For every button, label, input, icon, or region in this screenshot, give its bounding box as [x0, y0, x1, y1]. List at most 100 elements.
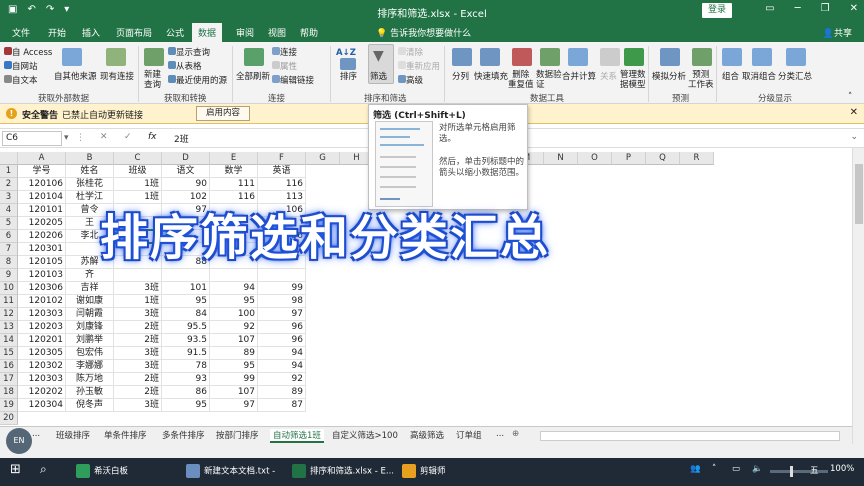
sheet-tab[interactable]: 高级筛选: [410, 429, 444, 441]
table-cell[interactable]: 李娜娜: [66, 360, 114, 373]
table-cell[interactable]: 84: [162, 308, 210, 321]
table-cell[interactable]: 95.5: [162, 321, 210, 334]
sheet-tab[interactable]: ...: [32, 429, 40, 439]
table-cell[interactable]: 93: [162, 373, 210, 386]
insert-function-icon[interactable]: fx: [148, 132, 157, 142]
close-icon[interactable]: ✕: [850, 107, 858, 118]
group-button[interactable]: 组合: [722, 70, 739, 82]
table-cell[interactable]: 96: [258, 321, 306, 334]
refresh-all-button[interactable]: 全部刷新: [236, 70, 270, 82]
what-if-button[interactable]: 模拟分析: [652, 70, 686, 82]
tray-arrow-icon[interactable]: ˄: [712, 464, 716, 474]
table-cell[interactable]: [258, 269, 306, 282]
table-cell[interactable]: 3班: [114, 360, 162, 373]
cancel-icon[interactable]: ✕: [100, 132, 108, 142]
login-button[interactable]: 登录: [702, 3, 732, 18]
enter-icon[interactable]: ✓: [124, 132, 132, 142]
connections-button[interactable]: 连接: [272, 46, 297, 58]
subtotal-button[interactable]: 分类汇总: [778, 70, 812, 82]
sort-button[interactable]: 排序: [340, 70, 357, 82]
sheet-tab[interactable]: 单条件排序: [104, 429, 147, 441]
tab-data[interactable]: 数据: [192, 23, 223, 42]
row-header[interactable]: 11: [0, 295, 18, 308]
table-cell[interactable]: 116: [258, 178, 306, 191]
table-cell[interactable]: 3班: [114, 347, 162, 360]
table-cell[interactable]: 数学: [210, 165, 258, 178]
table-cell[interactable]: 86: [162, 386, 210, 399]
column-header[interactable]: P: [612, 152, 646, 165]
table-cell[interactable]: 97: [210, 399, 258, 412]
table-cell[interactable]: 120305: [18, 347, 66, 360]
table-cell[interactable]: 89: [210, 347, 258, 360]
row-header[interactable]: 19: [0, 399, 18, 412]
recent-sources-button[interactable]: 最近使用的源: [168, 74, 227, 86]
column-header[interactable]: G: [306, 152, 340, 165]
formula-input[interactable]: 2班: [174, 132, 189, 145]
table-cell[interactable]: 101: [162, 282, 210, 295]
row-header[interactable]: 16: [0, 360, 18, 373]
table-cell[interactable]: 97: [258, 308, 306, 321]
table-cell[interactable]: 英语: [258, 165, 306, 178]
ime-indicator[interactable]: 五: [810, 464, 819, 476]
tab-help[interactable]: 帮助: [300, 26, 318, 39]
table-cell[interactable]: 90: [162, 178, 210, 191]
row-header[interactable]: 8: [0, 256, 18, 269]
volume-icon[interactable]: 🔈: [752, 464, 763, 474]
table-cell[interactable]: 95: [162, 399, 210, 412]
table-cell[interactable]: 111: [210, 178, 258, 191]
table-cell[interactable]: 齐: [66, 269, 114, 282]
table-cell[interactable]: 2班: [114, 334, 162, 347]
column-header[interactable]: O: [578, 152, 612, 165]
restore-icon[interactable]: ❐: [821, 3, 830, 14]
table-cell[interactable]: 120201: [18, 334, 66, 347]
table-cell[interactable]: 95: [210, 360, 258, 373]
table-cell[interactable]: 99: [210, 373, 258, 386]
table-cell[interactable]: 120303: [18, 308, 66, 321]
table-cell[interactable]: 120104: [18, 191, 66, 204]
network-icon[interactable]: ▭: [732, 464, 740, 474]
from-text-button[interactable]: 自文本: [4, 74, 38, 86]
select-all-corner[interactable]: [0, 152, 18, 165]
table-cell[interactable]: 谢如康: [66, 295, 114, 308]
data-validation-button[interactable]: 数据验 证: [536, 70, 562, 90]
advanced-button[interactable]: 高级: [398, 74, 423, 86]
row-header[interactable]: 15: [0, 347, 18, 360]
existing-connections-button[interactable]: 现有连接: [100, 70, 134, 82]
tab-insert[interactable]: 插入: [82, 26, 100, 39]
table-cell[interactable]: 包宏伟: [66, 347, 114, 360]
row-header[interactable]: 4: [0, 204, 18, 217]
column-header[interactable]: B: [66, 152, 114, 165]
table-cell[interactable]: 张桂花: [66, 178, 114, 191]
table-cell[interactable]: 92: [258, 373, 306, 386]
table-cell[interactable]: 120205: [18, 217, 66, 230]
table-cell[interactable]: 倪冬声: [66, 399, 114, 412]
table-cell[interactable]: 3班: [114, 399, 162, 412]
from-web-button[interactable]: 自网站: [4, 60, 38, 72]
tab-file[interactable]: 文件: [12, 26, 30, 39]
tab-view[interactable]: 视图: [268, 26, 286, 39]
row-header[interactable]: 17: [0, 373, 18, 386]
text-to-columns-button[interactable]: 分列: [452, 70, 469, 82]
clear-button[interactable]: 清除: [398, 46, 423, 58]
row-header[interactable]: 3: [0, 191, 18, 204]
table-cell[interactable]: 班级: [114, 165, 162, 178]
taskbar-app[interactable]: 剪辑师: [402, 464, 446, 478]
minimize-icon[interactable]: ─: [795, 3, 801, 14]
row-header[interactable]: 18: [0, 386, 18, 399]
volume-thumb[interactable]: [790, 466, 793, 477]
row-header[interactable]: 7: [0, 243, 18, 256]
table-cell[interactable]: [162, 269, 210, 282]
table-cell[interactable]: 89: [258, 386, 306, 399]
data-model-button[interactable]: 管理数 据模型: [620, 70, 646, 90]
table-cell[interactable]: 93.5: [162, 334, 210, 347]
table-cell[interactable]: 2班: [114, 321, 162, 334]
row-header[interactable]: 10: [0, 282, 18, 295]
table-cell[interactable]: 2班: [114, 373, 162, 386]
table-cell[interactable]: 94: [258, 347, 306, 360]
table-cell[interactable]: 120105: [18, 256, 66, 269]
table-cell[interactable]: 98: [258, 295, 306, 308]
show-queries-button[interactable]: 显示查询: [168, 46, 210, 58]
table-cell[interactable]: 孙玉敏: [66, 386, 114, 399]
table-cell[interactable]: 107: [210, 334, 258, 347]
search-icon[interactable]: ⌕: [40, 462, 47, 477]
